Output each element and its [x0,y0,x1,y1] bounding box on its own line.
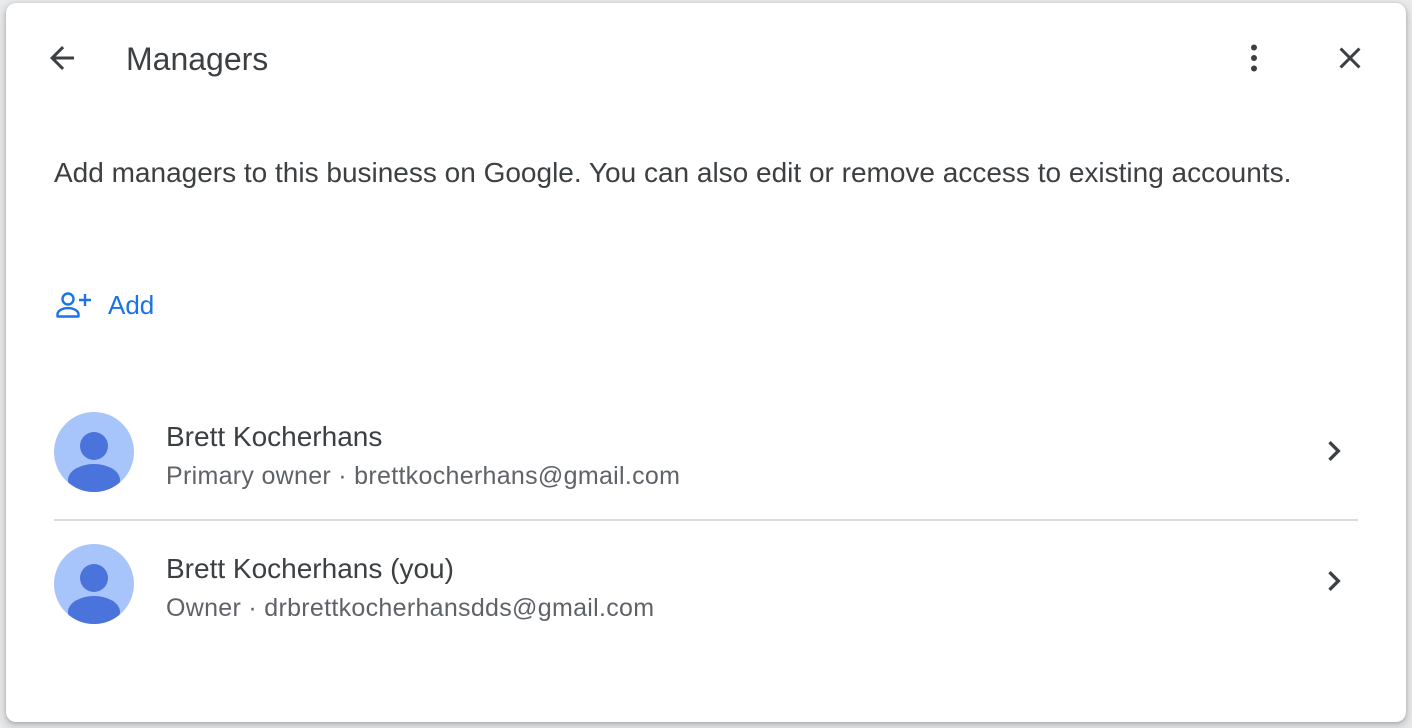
manager-row-primary-owner[interactable]: Brett Kocherhans Primary owner · brettko… [54,395,1358,519]
manager-row-owner-you[interactable]: Brett Kocherhans (you) Owner · drbrettko… [54,519,1358,647]
add-manager-button[interactable]: Add [50,281,160,329]
more-vert-icon [1251,44,1257,72]
dialog-title: Managers [126,41,269,77]
person-add-icon [56,292,91,318]
arrow-back-icon [50,46,74,70]
close-icon [1339,47,1361,69]
person-avatar-icon [68,432,120,492]
avatar [54,544,134,624]
dialog-header: Managers [6,3,1406,118]
avatar [54,412,134,492]
close-button[interactable] [1326,34,1374,82]
person-avatar-icon [68,564,120,624]
manager-role-email: Owner · drbrettkocherhansdds@gmail.com [166,594,655,622]
dialog-description: Add managers to this business on Google.… [54,157,1292,188]
manager-name: Brett Kocherhans (you) [166,553,454,584]
manager-name: Brett Kocherhans [166,421,383,452]
manager-list: Brett Kocherhans Primary owner · brettko… [54,395,1358,647]
back-button[interactable] [38,34,86,82]
chevron-right-icon [1314,431,1354,471]
add-button-label: Add [108,289,155,320]
more-options-button[interactable] [1230,34,1278,82]
managers-dialog: Managers Add managers to this business o… [6,3,1406,722]
manager-role-email: Primary owner · brettkocherhans@gmail.co… [166,462,681,490]
chevron-right-icon [1314,561,1354,601]
